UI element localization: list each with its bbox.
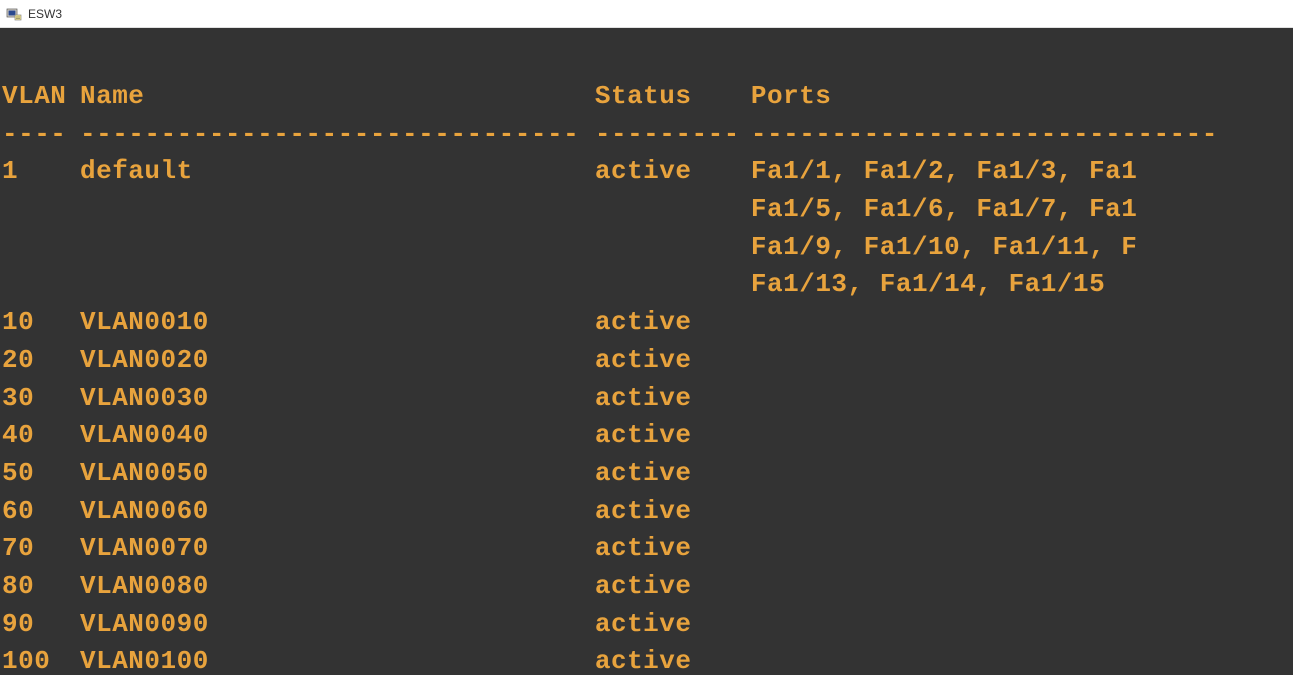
table-row: 10VLAN0010active (2, 304, 1291, 342)
terminal-output[interactable]: VLANNameStatusPorts ---- ---------------… (0, 28, 1293, 675)
table-row: Fa1/13, Fa1/14, Fa1/15 (2, 266, 1291, 304)
cell-status: active (595, 606, 751, 644)
putty-icon (6, 6, 22, 22)
table-row: 20VLAN0020active (2, 342, 1291, 380)
cell-name: VLAN0010 (80, 304, 595, 342)
cell-name: VLAN0090 (80, 606, 595, 644)
cell-name: VLAN0020 (80, 342, 595, 380)
cell-vlan: 100 (2, 643, 80, 675)
cell-name: VLAN0060 (80, 493, 595, 531)
table-row: 90VLAN0090active (2, 606, 1291, 644)
table-row: Fa1/9, Fa1/10, Fa1/11, F (2, 229, 1291, 267)
cell-vlan: 90 (2, 606, 80, 644)
cell-status: active (595, 304, 751, 342)
cell-name: VLAN0070 (80, 530, 595, 568)
cell-ports: Fa1/5, Fa1/6, Fa1/7, Fa1 (751, 191, 1137, 229)
cell-vlan: 30 (2, 380, 80, 418)
cell-vlan: 20 (2, 342, 80, 380)
cell-name: default (80, 153, 595, 191)
cell-vlan: 50 (2, 455, 80, 493)
table-header-row: VLANNameStatusPorts (2, 78, 1291, 116)
cell-ports: Fa1/9, Fa1/10, Fa1/11, F (751, 229, 1137, 267)
table-row: 50VLAN0050active (2, 455, 1291, 493)
cell-vlan: 70 (2, 530, 80, 568)
cell-status: active (595, 417, 751, 455)
table-row: Fa1/5, Fa1/6, Fa1/7, Fa1 (2, 191, 1291, 229)
cell-name: VLAN0100 (80, 643, 595, 675)
cell-status: active (595, 530, 751, 568)
table-divider-row: ---- -------------------------------- --… (2, 116, 1291, 154)
header-ports: Ports (751, 78, 832, 116)
header-vlan: VLAN (2, 78, 80, 116)
cell-status: active (595, 643, 751, 675)
table-row: 80VLAN0080active (2, 568, 1291, 606)
table-row: 60VLAN0060active (2, 493, 1291, 531)
divider-name: -------------------------------- (80, 116, 579, 154)
header-status: Status (595, 78, 751, 116)
cell-name: VLAN0050 (80, 455, 595, 493)
table-row: 100VLAN0100active (2, 643, 1291, 675)
cell-name: VLAN0030 (80, 380, 595, 418)
cell-status: active (595, 153, 751, 191)
cell-name: VLAN0040 (80, 417, 595, 455)
cell-vlan: 10 (2, 304, 80, 342)
table-row: 70VLAN0070active (2, 530, 1291, 568)
header-name: Name (80, 78, 595, 116)
cell-vlan: 40 (2, 417, 80, 455)
cell-vlan: 80 (2, 568, 80, 606)
table-row: 1defaultactiveFa1/1, Fa1/2, Fa1/3, Fa1 (2, 153, 1291, 191)
table-row: 30VLAN0030active (2, 380, 1291, 418)
divider-status: --------- (595, 116, 735, 154)
divider-vlan: ---- (2, 116, 64, 154)
window-titlebar[interactable]: ESW3 (0, 0, 1293, 28)
cell-ports: Fa1/13, Fa1/14, Fa1/15 (751, 266, 1105, 304)
cell-ports: Fa1/1, Fa1/2, Fa1/3, Fa1 (751, 153, 1137, 191)
cell-name: VLAN0080 (80, 568, 595, 606)
table-row: 40VLAN0040active (2, 417, 1291, 455)
cell-vlan: 1 (2, 153, 80, 191)
cell-status: active (595, 493, 751, 531)
cell-status: active (595, 455, 751, 493)
cell-status: active (595, 380, 751, 418)
divider-ports: ------------------------------ (751, 116, 1219, 154)
cell-vlan: 60 (2, 493, 80, 531)
cell-status: active (595, 568, 751, 606)
cell-status: active (595, 342, 751, 380)
window-title: ESW3 (28, 7, 62, 21)
